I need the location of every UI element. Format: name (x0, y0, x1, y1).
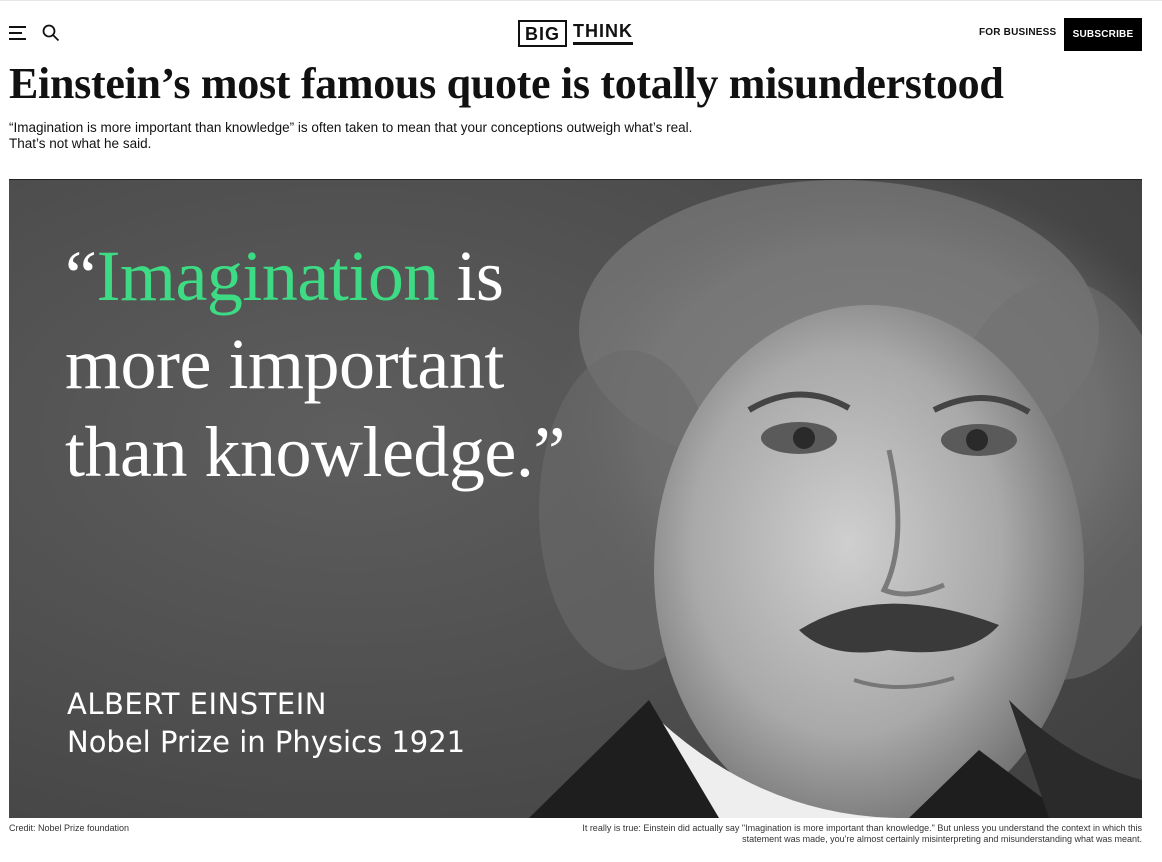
quote-line-2: more important (65, 324, 504, 404)
hero-attribution: ALBERT EINSTEIN Nobel Prize in Physics 1… (67, 686, 465, 762)
quote-open-mark: “ (65, 236, 97, 316)
logo-big: BIG (518, 19, 568, 47)
quote-line-3: than knowledge.” (65, 412, 565, 492)
subscribe-button[interactable]: SUBSCRIBE (1064, 18, 1142, 51)
quote-line-1: “Imagination is (65, 232, 565, 320)
article-headline: Einstein’s most famous quote is totally … (9, 59, 1004, 108)
search-icon[interactable] (42, 24, 60, 42)
for-business-link[interactable]: FOR BUSINESS (979, 27, 1056, 38)
quote-highlight-word: Imagination (96, 236, 439, 316)
attribution-prize: Nobel Prize in Physics 1921 (67, 725, 466, 759)
image-caption: It really is true: Einstein did actually… (582, 823, 1142, 844)
big-think-logo[interactable]: BIG THINK (518, 19, 634, 47)
article-subtitle: “Imagination is more important than know… (9, 120, 809, 152)
hero-image: “Imagination is more important than know… (9, 179, 1142, 818)
logo-think: THINK (573, 21, 634, 45)
subtitle-line-1: “Imagination is more important than know… (9, 120, 693, 135)
hero-quote: “Imagination is more important than know… (65, 232, 565, 496)
site-header: BIG THINK FOR BUSINESS SUBSCRIBE (0, 1, 1162, 61)
attribution-name: ALBERT EINSTEIN (67, 687, 327, 721)
subtitle-line-2: That’s not what he said. (9, 136, 152, 151)
quote-line-1-rest: is (438, 236, 504, 316)
hamburger-menu-icon[interactable] (9, 25, 28, 41)
image-credit: Credit: Nobel Prize foundation (9, 823, 130, 833)
